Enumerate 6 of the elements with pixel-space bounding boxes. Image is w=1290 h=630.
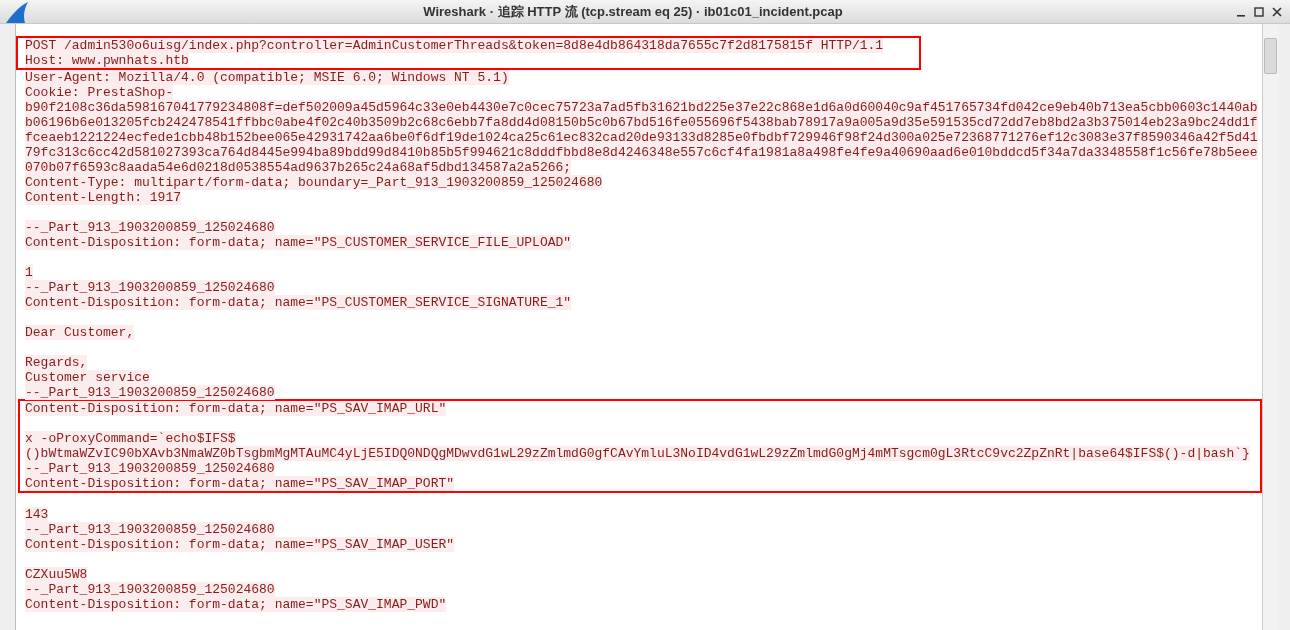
close-icon[interactable] (1272, 6, 1282, 17)
scrollbar-thumb[interactable] (1264, 38, 1277, 74)
scrollbar[interactable] (1262, 24, 1278, 630)
maximize-icon[interactable] (1254, 6, 1264, 17)
window-title: Wireshark · 追踪 HTTP 流 (tcp.stream eq 25) · ib01c01_incident.pcap (423, 2, 843, 21)
shark-fin-icon (4, 0, 30, 23)
